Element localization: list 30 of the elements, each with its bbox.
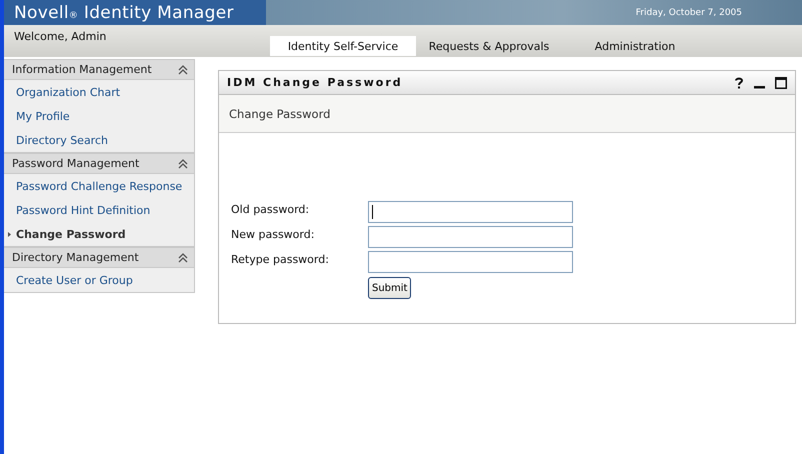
section-title: Directory Management bbox=[11, 251, 139, 264]
portlet-title: IDM Change Password bbox=[227, 76, 403, 89]
tab[interactable]: Administration bbox=[562, 36, 708, 56]
collapse-icon[interactable] bbox=[176, 158, 190, 170]
field-label: Retype password: bbox=[231, 252, 330, 266]
nav-link[interactable]: Password Challenge Response bbox=[16, 180, 182, 192]
tab[interactable]: Requests & Approvals bbox=[416, 36, 562, 56]
portlet-subtitle: Change Password bbox=[229, 106, 330, 120]
help-icon[interactable] bbox=[734, 76, 744, 88]
nav-link[interactable]: My Profile bbox=[16, 110, 70, 122]
collapse-icon[interactable] bbox=[176, 252, 190, 264]
nav-link[interactable]: Change Password bbox=[16, 228, 126, 240]
date-text: Friday, October 7, 2005 bbox=[636, 8, 743, 18]
nav-link[interactable]: Password Hint Definition bbox=[16, 204, 150, 216]
nav-link[interactable]: Create User or Group bbox=[16, 274, 133, 286]
bullet-icon bbox=[8, 232, 11, 237]
submit-button[interactable]: Submit bbox=[368, 277, 412, 299]
password-field[interactable] bbox=[368, 251, 573, 273]
nav-link[interactable]: Directory Search bbox=[16, 134, 108, 146]
maximize-icon[interactable] bbox=[775, 76, 787, 88]
welcome-text: Welcome, Admin bbox=[14, 30, 106, 43]
collapse-icon[interactable] bbox=[176, 64, 190, 76]
field-label: New password: bbox=[231, 227, 316, 241]
nav-link[interactable]: Organization Chart bbox=[16, 86, 120, 98]
password-field[interactable] bbox=[368, 226, 573, 248]
field-label: Old password: bbox=[231, 202, 310, 216]
section-title: Information Management bbox=[11, 63, 152, 76]
password-field[interactable] bbox=[368, 201, 573, 223]
tab[interactable]: Identity Self-Service bbox=[270, 36, 416, 56]
section-title: Password Management bbox=[11, 157, 140, 170]
